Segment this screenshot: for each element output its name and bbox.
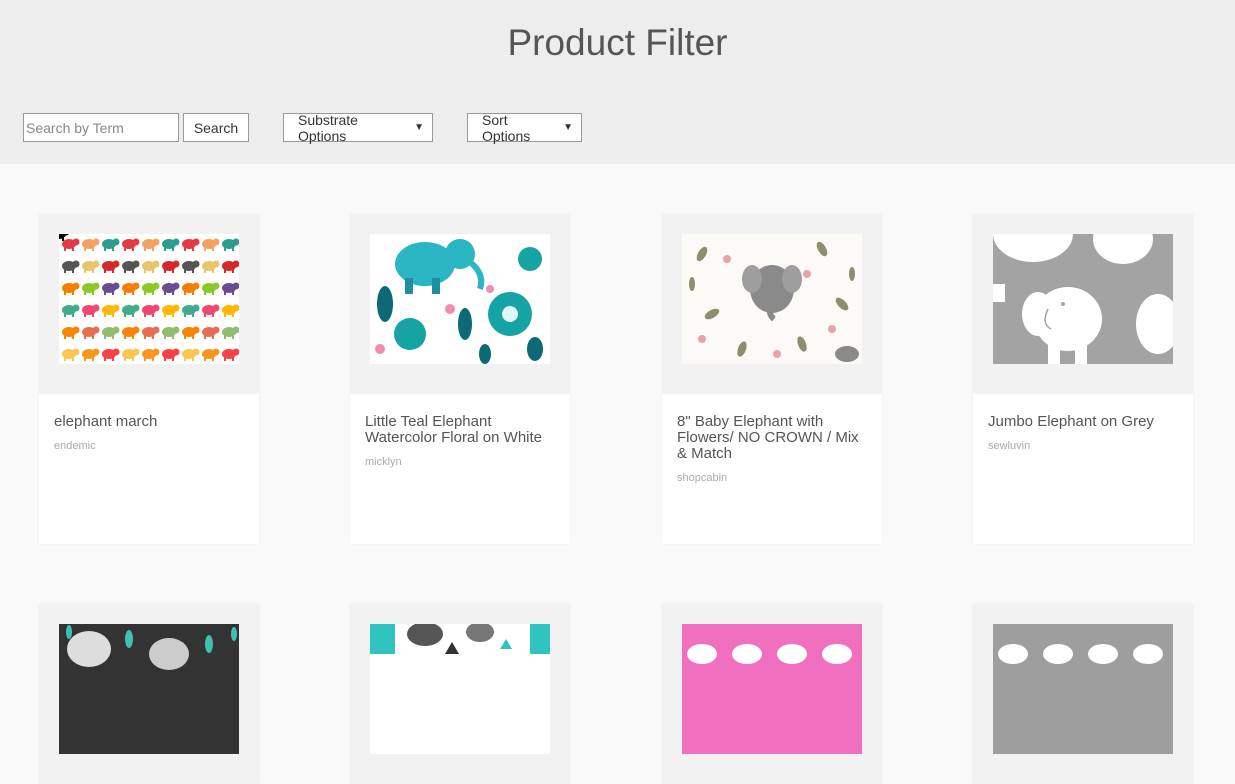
product-name[interactable]: 8" Baby Elephant with Flowers/ NO CROWN …	[677, 414, 867, 462]
product-image-grey-elephants[interactable]	[993, 624, 1173, 754]
product-info: elephant march endemic	[39, 394, 259, 544]
product-image-pink-elephants[interactable]	[682, 624, 862, 754]
product-name[interactable]: Little Teal Elephant Watercolor Floral o…	[365, 414, 555, 446]
search-input[interactable]	[23, 113, 179, 142]
product-card[interactable]	[662, 604, 882, 784]
product-image-frame	[973, 214, 1193, 394]
product-card[interactable]: elephant march endemic	[39, 214, 259, 544]
product-name[interactable]: elephant march	[54, 414, 244, 430]
product-card[interactable]: Little Teal Elephant Watercolor Floral o…	[350, 214, 570, 544]
product-image-frame	[662, 214, 882, 394]
product-image-frame	[350, 604, 570, 784]
product-card[interactable]	[973, 604, 1193, 784]
product-card[interactable]: 8" Baby Elephant with Flowers/ NO CROWN …	[662, 214, 882, 544]
product-image-teal-elephant[interactable]	[370, 234, 550, 364]
product-designer[interactable]: shopcabin	[677, 472, 867, 484]
product-image-geometric-elephants[interactable]	[370, 624, 550, 754]
product-info: Jumbo Elephant on Grey sewluvin	[973, 394, 1193, 544]
product-image-frame	[350, 214, 570, 394]
product-card[interactable]: Jumbo Elephant on Grey sewluvin	[973, 214, 1193, 544]
product-info: 8" Baby Elephant with Flowers/ NO CROWN …	[662, 394, 882, 544]
product-name[interactable]: Jumbo Elephant on Grey	[988, 414, 1178, 430]
product-image-frame	[39, 604, 259, 784]
product-info: Little Teal Elephant Watercolor Floral o…	[350, 394, 570, 544]
search-button[interactable]: Search	[183, 113, 249, 142]
product-image-elephant-march[interactable]	[59, 234, 239, 364]
product-image-baby-elephant[interactable]	[682, 234, 862, 364]
product-image-jumbo-elephant[interactable]	[993, 234, 1173, 364]
product-designer[interactable]: sewluvin	[988, 440, 1178, 452]
product-image-frame	[39, 214, 259, 394]
product-image-frame	[662, 604, 882, 784]
substrate-options-label: Substrate Options	[298, 111, 358, 144]
page-title: Product Filter	[507, 22, 728, 63]
filter-controls: Search Substrate Options ▼ Sort Options …	[23, 111, 582, 144]
page-header: Product Filter Search Substrate Options …	[0, 0, 1235, 164]
product-image-dark-elephants[interactable]	[59, 624, 239, 754]
product-card[interactable]	[350, 604, 570, 784]
sort-options-label: Sort Options	[482, 111, 531, 144]
product-image-frame	[973, 604, 1193, 784]
sort-options-select[interactable]: Sort Options ▼	[467, 111, 582, 144]
chevron-down-icon: ▼	[563, 122, 573, 133]
chevron-down-icon: ▼	[414, 122, 424, 133]
product-designer[interactable]: micklyn	[365, 456, 555, 468]
product-designer[interactable]: endemic	[54, 440, 244, 452]
substrate-options-select[interactable]: Substrate Options ▼	[283, 111, 433, 144]
product-card[interactable]	[39, 604, 259, 784]
